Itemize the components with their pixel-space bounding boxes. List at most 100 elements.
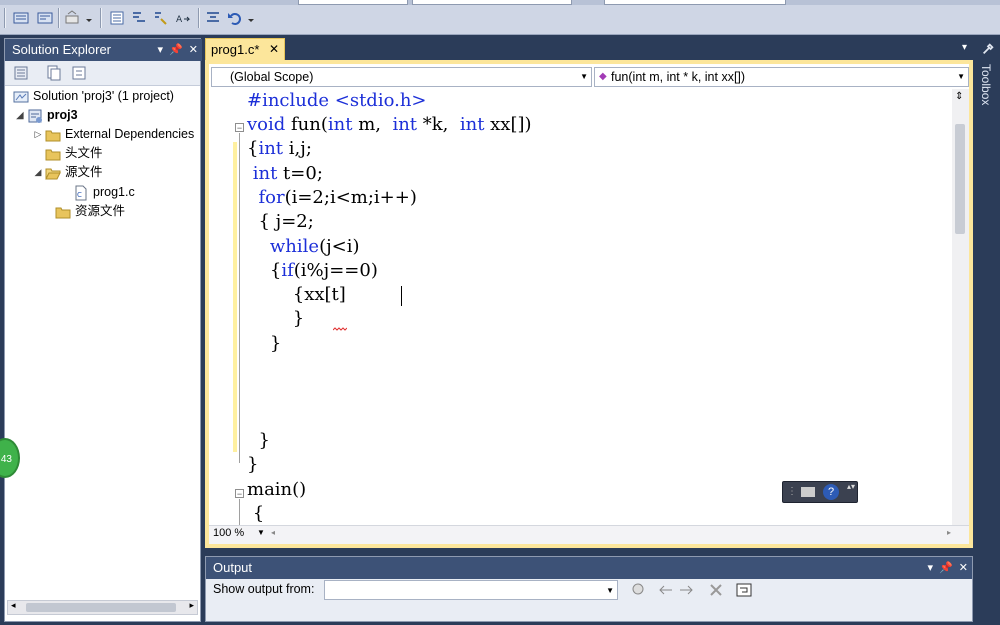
view-class-icon[interactable] (71, 65, 87, 81)
code-line: } (247, 332, 281, 356)
collapse-icon[interactable]: − (235, 123, 244, 133)
dropdown-arrow-icon[interactable] (246, 9, 256, 27)
tree-source-file[interactable]: C prog1.c (73, 183, 135, 202)
code-line: { (247, 502, 264, 526)
word-wrap-icon[interactable] (736, 582, 752, 598)
tab-overflow-icon[interactable]: ▾ (962, 42, 967, 53)
editor-vscrollbar[interactable]: ⇕ ▼ (952, 89, 969, 534)
dropdown-arrow-icon[interactable] (84, 9, 94, 27)
keyword: if (281, 260, 294, 281)
toolbar: A (0, 0, 1000, 35)
bookmark-icon[interactable] (12, 9, 30, 27)
code-text: } (247, 454, 259, 475)
tree-resource-files[interactable]: 资源文件 (55, 202, 125, 221)
menu-arrow-icon[interactable]: ▴▾ (847, 482, 855, 491)
tree-solution[interactable]: Solution 'proj3' (1 project) (13, 87, 174, 106)
format-icon[interactable] (152, 9, 170, 27)
tree-header-files[interactable]: 头文件 (45, 144, 103, 163)
dropdown-arrow-icon: ▼ (580, 72, 588, 81)
spelling-icon[interactable]: A (174, 9, 192, 27)
header-files-label: 头文件 (65, 146, 103, 160)
next-message-icon[interactable] (678, 582, 694, 598)
text-caret (401, 286, 402, 306)
toolbar-grip (4, 8, 5, 28)
expand-arrow-icon[interactable]: ◢ (33, 163, 43, 182)
external-dependencies-label: External Dependencies (65, 127, 195, 141)
function-value: fun(int m, int * k, int xx[]) (611, 70, 746, 84)
keyword: void (247, 114, 286, 135)
scroll-right-icon[interactable]: ▸ (189, 600, 194, 611)
undo-icon[interactable] (226, 9, 244, 27)
tree-external-dependencies[interactable]: ▷ External Dependencies (33, 125, 201, 144)
output-title: Output ▾ 📌 ✕ (206, 557, 972, 579)
comment-icon[interactable] (64, 9, 82, 27)
align-icon[interactable] (204, 9, 222, 27)
help-icon[interactable]: ? (823, 484, 839, 500)
find-combo[interactable] (604, 0, 786, 5)
editor-hscrollbar[interactable]: 100 % ▼ ◂ ▸ (209, 525, 969, 544)
show-all-files-icon[interactable] (45, 65, 61, 81)
find-message-icon[interactable] (630, 582, 646, 598)
output-panel: Output ▾ 📌 ✕ Show output from: ▼ (205, 556, 973, 622)
code-text: void fun(int m, int *k, int xx[]) (247, 114, 532, 135)
keyword: int (258, 138, 284, 159)
scope-dropdown[interactable]: (Global Scope) ▼ (211, 67, 592, 87)
close-icon[interactable]: ✕ (189, 39, 198, 61)
code-line: while(j<i) (247, 235, 360, 259)
scrollbar-thumb[interactable] (26, 603, 176, 612)
indent-icon[interactable] (108, 9, 126, 27)
code-line: {xx[t] (247, 283, 346, 307)
scroll-right-icon[interactable]: ▸ (947, 528, 951, 537)
tree-project[interactable]: ◢ proj3 (15, 106, 78, 125)
pin-icon[interactable]: 📌 (169, 39, 183, 61)
close-icon[interactable]: ✕ (959, 557, 968, 579)
pin-icon[interactable]: 📌 (939, 557, 953, 579)
c-file-icon: C (75, 185, 87, 200)
svg-text:C: C (77, 191, 82, 199)
code-text: {if(i%j==0) (247, 260, 378, 281)
solution-config-combo[interactable] (298, 0, 408, 5)
toolbar-separator (198, 8, 199, 28)
panel-menu-icon[interactable]: ▾ (928, 557, 934, 579)
scroll-left-icon[interactable]: ◂ (11, 600, 16, 611)
collapse-arrow-icon[interactable]: ▷ (33, 125, 43, 144)
show-output-label: Show output from: (213, 582, 315, 596)
outdent-icon[interactable] (130, 9, 148, 27)
solution-explorer-hscrollbar[interactable]: ◂ ▸ (7, 600, 198, 615)
bookmark-next-icon[interactable] (36, 9, 54, 27)
tab-close-icon[interactable]: ✕ (269, 39, 279, 60)
properties-icon[interactable] (13, 65, 29, 81)
zoom-level[interactable]: 100 % (213, 527, 244, 539)
platform-combo[interactable] (412, 0, 572, 5)
collapse-icon[interactable]: − (235, 489, 244, 499)
code-text: { (247, 503, 265, 524)
function-dropdown[interactable]: ◆ fun(int m, int * k, int xx[]) ▼ (594, 67, 969, 87)
code-line: main() (247, 478, 306, 502)
editor-tab-strip: prog1.c* ✕ ▾ (205, 38, 973, 60)
show-output-dropdown[interactable]: ▼ (324, 580, 618, 600)
folder-icon (45, 130, 61, 141)
keyboard-icon[interactable] (801, 487, 815, 497)
project-icon (28, 109, 42, 123)
panel-menu-icon[interactable]: ▾ (158, 39, 164, 61)
keyword: int (252, 163, 278, 184)
keyword: for (258, 187, 285, 208)
expand-arrow-icon[interactable]: ◢ (15, 106, 25, 125)
code-view[interactable]: − − #include <stdio.h> void fun(int m, i… (209, 89, 955, 534)
split-icon[interactable]: ⇕ (955, 91, 963, 102)
solution-explorer-title: Solution Explorer ▾ 📌 ✕ (5, 39, 202, 61)
scrollbar-thumb[interactable] (955, 124, 965, 234)
code-text: {int i,j; (247, 138, 312, 159)
code-line: {if(i%j==0) (247, 259, 378, 283)
zoom-dropdown-icon[interactable]: ▼ (257, 528, 265, 537)
code-text: } (247, 333, 282, 354)
scroll-left-icon[interactable]: ◂ (271, 528, 275, 537)
tree-source-files[interactable]: ◢ 源文件 (33, 163, 103, 182)
code-editor: (Global Scope) ▼ ◆ fun(int m, int * k, in… (205, 60, 973, 548)
toolbar-separator (58, 8, 59, 28)
prev-message-icon[interactable] (658, 582, 674, 598)
toolbox-sidebar[interactable]: Toolbox (976, 38, 1000, 158)
clear-all-icon[interactable] (708, 582, 724, 598)
tab-prog1[interactable]: prog1.c* ✕ (205, 38, 285, 60)
code-line: for(i=2;i<m;i++) (247, 186, 416, 210)
